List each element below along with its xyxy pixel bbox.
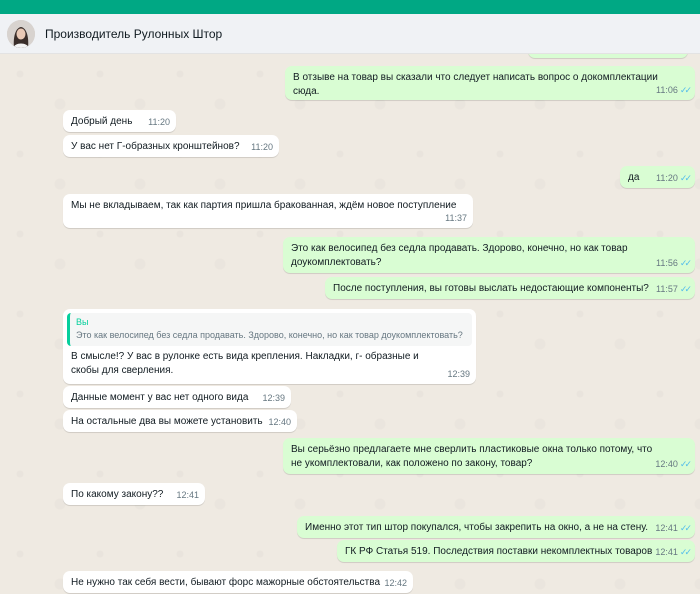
read-ticks-icon: ✓✓ bbox=[679, 173, 692, 183]
message-bubble: Вы серьёзно предлагаете мне сверлить пла… bbox=[283, 438, 695, 474]
message-time: 11:56 bbox=[656, 258, 678, 268]
message-meta: ✓✓ bbox=[671, 54, 682, 55]
message-time: 11:57 bbox=[656, 284, 678, 294]
message-bubble: ГК РФ Статья 519. Последствия поставки н… bbox=[337, 540, 695, 562]
message-meta: 11:20 ✓✓ bbox=[656, 171, 692, 185]
message-meta: 12:39 bbox=[447, 367, 470, 381]
reply-message-bubble: Вы Это как велосипед без седла продавать… bbox=[63, 309, 476, 384]
message-time: 11:20 bbox=[251, 142, 273, 152]
message-time: 12:41 bbox=[176, 490, 199, 500]
read-ticks-icon: ✓✓ bbox=[679, 284, 692, 294]
message-meta: 12:39 bbox=[262, 391, 285, 405]
message-meta: 12:40 ✓✓ bbox=[655, 457, 692, 471]
message-bubble: Не нужно так себя вести, бывают форс маж… bbox=[63, 571, 413, 593]
message-list[interactable]: ✓✓ В отзыве на товар вы сказали что след… bbox=[0, 54, 700, 594]
message-text: Вы серьёзно предлагаете мне сверлить пла… bbox=[291, 444, 653, 469]
message-time: 12:40 bbox=[655, 459, 678, 469]
message-text: В отзыве на товар вы сказали что следует… bbox=[293, 72, 658, 97]
quoted-author: Вы bbox=[76, 317, 89, 327]
message-text: Это как велосипед без седла продавать. З… bbox=[291, 243, 628, 268]
message-time: 12:41 bbox=[655, 547, 678, 557]
message-time: 12:39 bbox=[447, 369, 470, 379]
contact-name[interactable]: Производитель Рулонных Штор bbox=[45, 27, 222, 41]
message-time: 12:40 bbox=[268, 417, 291, 427]
message-bubble: По какому закону?? 12:41 bbox=[63, 483, 205, 505]
quoted-message[interactable]: Вы Это как велосипед без седла продавать… bbox=[67, 313, 472, 346]
message-bubble: На остальные два вы можете установить 12… bbox=[63, 410, 297, 432]
message-meta: 12:41 ✓✓ bbox=[655, 521, 692, 535]
message-bubble: да 11:20 ✓✓ bbox=[620, 166, 695, 188]
message-time: 12:42 bbox=[384, 578, 407, 588]
message-meta: 12:41 bbox=[176, 488, 199, 502]
message-meta: 11:20 bbox=[251, 140, 273, 154]
read-ticks-icon: ✓✓ bbox=[679, 547, 692, 557]
message-bubble: Это как велосипед без седла продавать. З… bbox=[283, 237, 695, 273]
message-text: После поступления, вы готовы выслать нед… bbox=[333, 283, 649, 294]
message-text: Данные момент у вас нет одного вида bbox=[71, 392, 249, 403]
message-meta: 12:42 bbox=[384, 576, 407, 590]
message-bubble-partial: ✓✓ bbox=[528, 54, 688, 58]
message-meta: 12:41 ✓✓ bbox=[655, 545, 692, 559]
top-accent-bar bbox=[0, 0, 700, 14]
message-meta: 11:37 bbox=[445, 211, 467, 225]
message-text: Не нужно так себя вести, бывают форс маж… bbox=[71, 577, 381, 588]
message-bubble: Данные момент у вас нет одного вида 12:3… bbox=[63, 386, 291, 408]
message-text: ГК РФ Статья 519. Последствия поставки н… bbox=[345, 546, 653, 557]
avatar[interactable] bbox=[7, 20, 35, 48]
read-ticks-icon: ✓✓ bbox=[679, 459, 692, 469]
message-time: 12:39 bbox=[262, 393, 285, 403]
read-ticks-icon: ✓✓ bbox=[679, 258, 692, 268]
message-bubble: У вас нет Г-образных кронштейнов? 11:20 bbox=[63, 135, 279, 157]
message-text: В смысле!? У вас в рулонке есть вида кре… bbox=[71, 351, 419, 376]
message-text: Именно этот тип штор покупался, чтобы за… bbox=[305, 522, 649, 533]
read-ticks-icon: ✓✓ bbox=[679, 85, 692, 95]
message-text: На остальные два вы можете установить bbox=[71, 416, 263, 427]
message-meta: 11:56 ✓✓ bbox=[656, 256, 692, 270]
read-ticks-icon: ✓✓ bbox=[679, 523, 692, 533]
message-time: 12:41 bbox=[655, 523, 678, 533]
message-meta: 12:40 bbox=[268, 415, 291, 429]
message-text: Мы не вкладываем, так как партия пришла … bbox=[71, 200, 457, 211]
message-meta: 11:20 bbox=[148, 115, 170, 129]
message-time: 11:20 bbox=[148, 117, 170, 127]
message-bubble: После поступления, вы готовы выслать нед… bbox=[325, 277, 695, 299]
message-bubble: Мы не вкладываем, так как партия пришла … bbox=[63, 194, 473, 228]
quoted-text: Это как велосипед без седла продавать. З… bbox=[76, 330, 463, 340]
message-meta: 11:57 ✓✓ bbox=[656, 282, 692, 296]
message-time: 11:06 bbox=[656, 85, 678, 95]
message-bubble: Добрый день 11:20 bbox=[63, 110, 176, 132]
message-bubble: В отзыве на товар вы сказали что следует… bbox=[285, 66, 695, 100]
message-bubble: Именно этот тип штор покупался, чтобы за… bbox=[297, 516, 695, 538]
message-time: 11:20 bbox=[656, 173, 678, 183]
chat-header[interactable]: Производитель Рулонных Штор bbox=[0, 14, 700, 54]
message-meta: 11:06 ✓✓ bbox=[656, 83, 692, 97]
avatar-image-icon bbox=[7, 20, 35, 48]
message-text: У вас нет Г-образных кронштейнов? bbox=[71, 141, 240, 152]
message-time: 11:37 bbox=[445, 213, 467, 223]
